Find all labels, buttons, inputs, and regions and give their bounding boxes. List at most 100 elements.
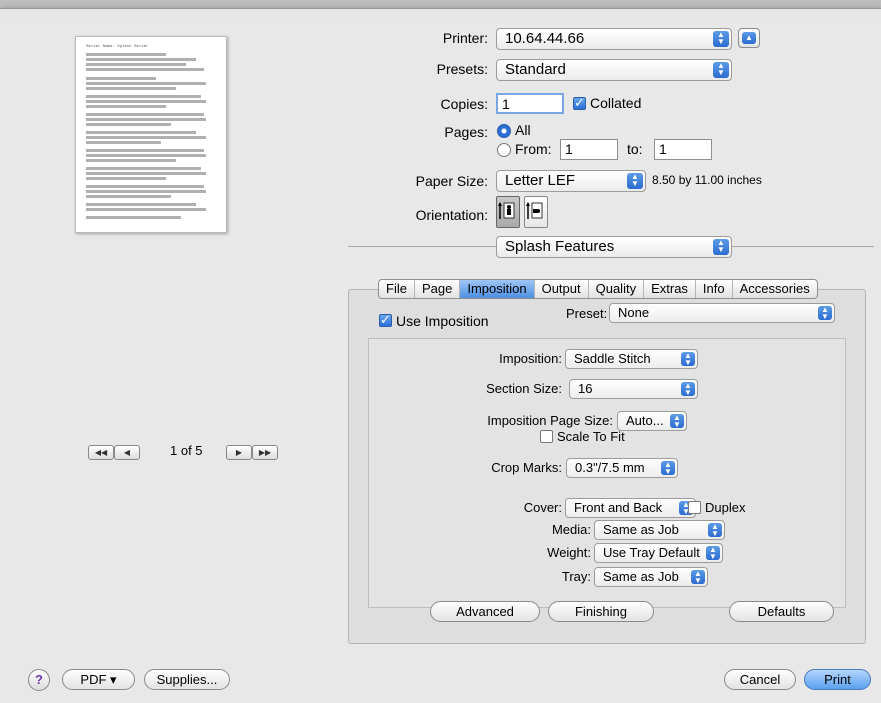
paper-dimensions: 8.50 by 11.00 inches xyxy=(652,173,762,187)
imposition-preset-popup[interactable]: None ▲ ▼ xyxy=(609,303,835,323)
popup-arrows-icon: ▲ ▼ xyxy=(708,523,722,538)
portrait-orientation-button[interactable] xyxy=(496,196,520,228)
advanced-button[interactable]: Advanced xyxy=(430,601,540,622)
print-dialog-sheet: Server Name: Splash Server ◀◀ ◀ 1 of 5 ▶… xyxy=(0,8,881,703)
presets-popup[interactable]: Standard ▲ ▼ xyxy=(496,59,732,81)
first-page-button[interactable]: ◀◀ xyxy=(88,445,114,460)
presets-value: Standard xyxy=(505,61,566,78)
printer-value: 10.64.44.66 xyxy=(505,30,585,47)
tab-file[interactable]: File xyxy=(379,280,415,298)
paper-size-value: Letter LEF xyxy=(505,172,576,189)
last-page-button[interactable]: ▶▶ xyxy=(252,445,278,460)
popup-arrows-icon: ▲ ▼ xyxy=(713,62,729,78)
preview-doc-title: Server Name: Splash Server xyxy=(86,45,149,49)
previous-page-button[interactable]: ◀ xyxy=(114,445,140,460)
supplies-button[interactable]: Supplies... xyxy=(144,669,230,690)
media-popup[interactable]: Same as Job ▲ ▼ xyxy=(594,520,725,540)
imposition-page-size-value: Auto... xyxy=(626,413,664,428)
imposition-page-size-label: Imposition Page Size: xyxy=(487,413,613,428)
popup-arrows-icon: ▲ ▼ xyxy=(713,239,729,255)
tab-page[interactable]: Page xyxy=(415,280,461,298)
defaults-button[interactable]: Defaults xyxy=(729,601,834,622)
collated-checkbox[interactable] xyxy=(573,95,586,111)
tab-info[interactable]: Info xyxy=(696,280,733,298)
imposition-type-value: Saddle Stitch xyxy=(574,351,651,366)
crop-marks-label: Crop Marks: xyxy=(491,460,562,475)
section-popup[interactable]: Splash Features ▲ ▼ xyxy=(496,236,732,258)
cover-value: Front and Back xyxy=(574,500,663,515)
tab-imposition[interactable]: Imposition xyxy=(460,280,535,298)
popup-arrows-icon: ▲ ▼ xyxy=(627,173,643,189)
media-label: Media: xyxy=(551,522,591,537)
print-button[interactable]: Print xyxy=(804,669,871,690)
popup-arrows-icon: ▲ ▼ xyxy=(706,546,720,561)
section-popup-value: Splash Features xyxy=(505,238,615,255)
page-indicator: 1 of 5 xyxy=(170,443,203,458)
use-imposition-label: Use Imposition xyxy=(396,313,489,329)
disclosure-up-icon: ▲ xyxy=(742,32,756,44)
landscape-person-icon xyxy=(526,202,543,219)
pages-label: Pages: xyxy=(444,124,488,140)
duplex-label: Duplex xyxy=(705,500,746,515)
weight-value: Use Tray Default xyxy=(603,545,700,560)
pages-all-label: All xyxy=(515,122,531,138)
tab-extras[interactable]: Extras xyxy=(644,280,696,298)
popup-arrows-icon: ▲ ▼ xyxy=(661,461,675,476)
printer-popup[interactable]: 10.64.44.66 ▲ ▼ xyxy=(496,28,732,50)
portrait-person-icon xyxy=(498,202,515,219)
copies-input[interactable]: 1 xyxy=(496,93,564,114)
feature-tabs: File Page Imposition Output Quality Extr… xyxy=(378,279,818,299)
tray-value: Same as Job xyxy=(603,569,679,584)
paper-size-label: Paper Size: xyxy=(415,173,488,189)
imposition-page-size-popup[interactable]: Auto... ▲ ▼ xyxy=(617,411,687,431)
popup-arrows-icon: ▲ ▼ xyxy=(681,352,695,367)
popup-arrows-icon: ▲ ▼ xyxy=(691,570,705,585)
crop-marks-popup[interactable]: 0.3"/7.5 mm ▲ ▼ xyxy=(566,458,678,478)
finishing-button[interactable]: Finishing xyxy=(548,601,654,622)
imposition-type-popup[interactable]: Saddle Stitch ▲ ▼ xyxy=(565,349,698,369)
weight-label: Weight: xyxy=(547,545,591,560)
pages-from-label: From: xyxy=(515,141,552,157)
cover-label: Cover: xyxy=(523,500,562,515)
tray-label: Tray: xyxy=(561,569,591,584)
cancel-button[interactable]: Cancel xyxy=(724,669,796,690)
weight-popup[interactable]: Use Tray Default ▲ ▼ xyxy=(594,543,723,563)
preset-value: None xyxy=(618,305,650,320)
scale-to-fit-label: Scale To Fit xyxy=(557,429,625,444)
popup-arrows-icon: ▲ ▼ xyxy=(818,306,832,321)
page-preview: Server Name: Splash Server xyxy=(75,36,227,233)
pages-from-radio[interactable] xyxy=(497,143,511,157)
paper-size-popup[interactable]: Letter LEF ▲ ▼ xyxy=(496,170,646,192)
presets-label: Presets: xyxy=(436,61,488,77)
pages-to-input[interactable]: 1 xyxy=(654,139,712,160)
tab-accessories[interactable]: Accessories xyxy=(733,280,817,298)
landscape-orientation-button[interactable] xyxy=(524,196,548,228)
preset-label: Preset: xyxy=(566,306,608,321)
collapse-dialog-button[interactable]: ▲ xyxy=(738,28,760,48)
pdf-menu-button[interactable]: PDF ▾ xyxy=(62,669,135,690)
printer-label: Printer: xyxy=(442,30,488,46)
crop-marks-value: 0.3"/7.5 mm xyxy=(575,460,645,475)
section-size-label: Section Size: xyxy=(486,381,562,396)
section-size-popup[interactable]: 16 ▲ ▼ xyxy=(569,379,698,399)
pages-all-radio[interactable] xyxy=(497,124,511,138)
section-size-value: 16 xyxy=(578,381,593,396)
tab-output[interactable]: Output xyxy=(535,280,589,298)
pages-to-label: to: xyxy=(627,141,643,157)
cover-popup[interactable]: Front and Back ▲ ▼ xyxy=(565,498,696,518)
duplex-checkbox[interactable] xyxy=(688,501,701,514)
scale-to-fit-checkbox[interactable] xyxy=(540,430,553,443)
help-button[interactable]: ? xyxy=(28,669,50,691)
tab-quality[interactable]: Quality xyxy=(589,280,645,298)
imposition-label: Imposition: xyxy=(499,351,562,366)
pages-from-input[interactable]: 1 xyxy=(560,139,618,160)
use-imposition-checkbox[interactable] xyxy=(379,312,392,328)
media-value: Same as Job xyxy=(603,522,679,537)
popup-arrows-icon: ▲ ▼ xyxy=(681,382,695,397)
copies-label: Copies: xyxy=(440,96,488,112)
tray-popup[interactable]: Same as Job ▲ ▼ xyxy=(594,567,708,587)
popup-arrows-icon: ▲ ▼ xyxy=(713,31,729,47)
collated-label: Collated xyxy=(590,95,642,111)
next-page-button[interactable]: ▶ xyxy=(226,445,252,460)
popup-arrows-icon: ▲ ▼ xyxy=(670,414,684,429)
